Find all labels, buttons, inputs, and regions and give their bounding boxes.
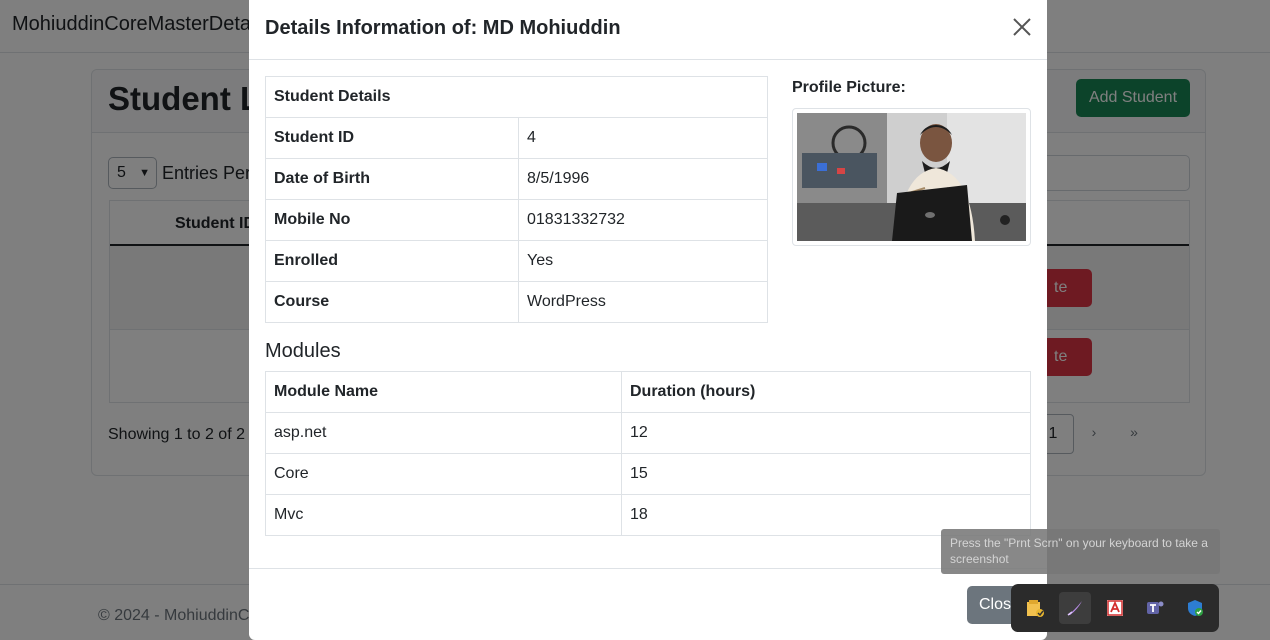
detail-value: Yes <box>518 240 768 282</box>
teams-icon[interactable] <box>1139 592 1171 624</box>
detail-label: Course <box>265 281 519 323</box>
detail-row: Course WordPress <box>265 281 768 323</box>
detail-value: 01831332732 <box>518 199 768 241</box>
detail-row: Mobile No 01831332732 <box>265 199 768 241</box>
detail-value: 8/5/1996 <box>518 158 768 200</box>
module-name: Mvc <box>265 494 622 536</box>
module-duration: 12 <box>621 412 1031 454</box>
table-row: Core 15 <box>265 453 1031 495</box>
column-header-module-name: Module Name <box>265 371 622 413</box>
detail-label: Student ID <box>265 117 519 159</box>
profile-picture <box>792 108 1031 246</box>
modal-footer: Clos <box>249 568 1047 640</box>
details-modal: Details Information of: MD Mohiuddin Stu… <box>249 0 1047 640</box>
modules-title: Modules <box>265 340 341 362</box>
modules-header-row: Module Name Duration (hours) <box>265 371 1031 413</box>
detail-row: Date of Birth 8/5/1996 <box>265 158 768 200</box>
student-details-table: Student Details Student ID 4 Date of Bir… <box>265 76 768 323</box>
student-name: MD Mohiuddin <box>482 17 621 39</box>
detail-row: Enrolled Yes <box>265 240 768 282</box>
detail-value: 4 <box>518 117 768 159</box>
column-header-duration: Duration (hours) <box>621 371 1031 413</box>
module-name: Core <box>265 453 622 495</box>
modal-title: Details Information of: MD Mohiuddin <box>265 17 621 40</box>
pdf-icon[interactable] <box>1099 592 1131 624</box>
details-header-row: Student Details <box>265 76 768 118</box>
modules-table: Module Name Duration (hours) asp.net 12 … <box>265 371 1031 536</box>
security-icon[interactable] <box>1179 592 1211 624</box>
module-name: asp.net <box>265 412 622 454</box>
detail-row: Student ID 4 <box>265 117 768 159</box>
pen-icon[interactable] <box>1059 592 1091 624</box>
modal-title-prefix: Details Information of: <box>265 17 483 39</box>
screenshot-tooltip: Press the "Prnt Scrn" on your keyboard t… <box>941 529 1220 574</box>
close-icon[interactable] <box>1011 16 1033 38</box>
modal-header: Details Information of: MD Mohiuddin <box>249 0 1047 60</box>
details-header: Student Details <box>265 76 768 118</box>
module-duration: 15 <box>621 453 1031 495</box>
detail-label: Enrolled <box>265 240 519 282</box>
detail-label: Date of Birth <box>265 158 519 200</box>
profile-picture-label: Profile Picture: <box>792 79 906 96</box>
profile-photo <box>797 113 1026 241</box>
detail-value: WordPress <box>518 281 768 323</box>
table-row: asp.net 12 <box>265 412 1031 454</box>
file-explorer-icon[interactable] <box>1019 592 1051 624</box>
table-row: Mvc 18 <box>265 494 1031 536</box>
detail-label: Mobile No <box>265 199 519 241</box>
system-tray-popup <box>1011 584 1219 632</box>
